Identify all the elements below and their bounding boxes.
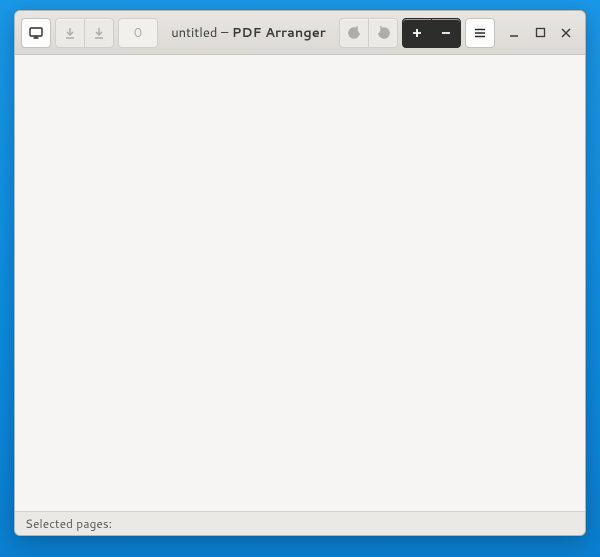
title-appname: PDF Arranger [232, 24, 326, 42]
save-button[interactable] [84, 18, 114, 48]
statusbar: Selected pages: [15, 511, 585, 535]
hamburger-icon [473, 26, 487, 40]
minus-icon [440, 27, 452, 39]
monitor-open-icon [28, 25, 44, 41]
rotate-left-icon [347, 25, 362, 40]
page-area[interactable] [15, 55, 585, 511]
zoom-out-button[interactable] [431, 18, 461, 48]
close-icon [560, 27, 572, 39]
rotate-right-icon [376, 25, 391, 40]
rotate-group [339, 18, 398, 48]
rotate-left-button[interactable] [339, 18, 369, 48]
app-window: 0 untitled – PDF Arranger [14, 10, 586, 536]
main-menu-button[interactable] [465, 18, 495, 48]
window-title: untitled – PDF Arranger [162, 24, 335, 42]
plus-icon [411, 27, 423, 39]
download-icon [92, 26, 106, 40]
window-controls [499, 26, 579, 40]
headerbar: 0 untitled – PDF Arranger [15, 11, 585, 55]
open-button[interactable] [21, 18, 51, 48]
rotate-right-button[interactable] [368, 18, 398, 48]
maximize-icon [535, 27, 546, 38]
import-button[interactable] [55, 18, 85, 48]
minimize-button[interactable] [507, 26, 521, 40]
title-separator: – [217, 24, 231, 42]
minimize-icon [508, 27, 520, 39]
title-document: untitled [171, 24, 217, 42]
download-icon [63, 26, 77, 40]
maximize-button[interactable] [533, 26, 547, 40]
page-number-value: 0 [134, 24, 142, 42]
page-number-field[interactable]: 0 [118, 18, 158, 48]
statusbar-label: Selected pages: [25, 515, 112, 532]
close-button[interactable] [559, 26, 573, 40]
import-save-group [55, 18, 114, 48]
zoom-in-button[interactable] [402, 18, 432, 48]
zoom-group [402, 18, 461, 48]
